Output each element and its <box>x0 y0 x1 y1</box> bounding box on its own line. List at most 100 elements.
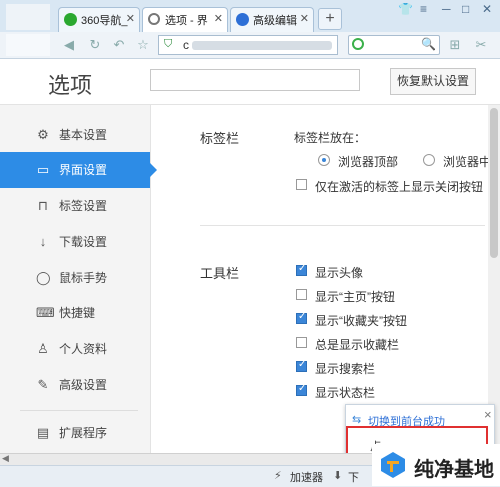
blurred-region <box>6 34 50 56</box>
checkbox-show-favorites[interactable] <box>296 311 307 324</box>
sidebar-item-tabs[interactable]: ⊓ 标签设置 <box>0 188 150 224</box>
page-title: 选项 <box>48 73 93 98</box>
menu-icon[interactable]: ≡ <box>420 2 427 16</box>
sidebar-item-label: 鼠标手势 <box>59 271 108 285</box>
download-label[interactable]: 下 <box>348 469 359 485</box>
radio-browser-middle-label[interactable]: 浏览器中 <box>443 153 491 170</box>
360-logo-icon <box>64 13 77 26</box>
tabbar-position-label: 标签栏放在： <box>294 131 367 145</box>
sidebar-item-label: 快捷键 <box>59 306 96 320</box>
extension-icon: ▤ <box>36 425 50 440</box>
checkbox-show-search[interactable] <box>296 359 307 372</box>
maximize-icon[interactable]: □ <box>462 2 469 16</box>
search-engine-icon <box>352 38 364 50</box>
sidebar-item-label: 标签设置 <box>59 199 108 213</box>
new-tab-button[interactable]: + <box>318 8 342 30</box>
gear-icon: ⚙ <box>37 127 49 142</box>
tab-icon: ⊓ <box>37 198 49 213</box>
keyboard-icon: ⌨ <box>36 305 55 320</box>
address-input[interactable]: ⛉ c <box>158 35 338 55</box>
checkbox-show-home[interactable] <box>296 289 307 300</box>
checkbox-show-home-label[interactable]: 显示“主页”按钮 <box>315 288 395 305</box>
sidebar-item-profile[interactable]: ♙ 个人资料 <box>0 331 150 367</box>
scroll-left-icon[interactable]: ◀ <box>2 453 9 464</box>
sidebar-item-label: 高级设置 <box>59 378 108 392</box>
browser-tab-bar: 360导航_ ✕ 选项 - 界 ✕ 高级编辑 ✕ + 👕 ≡ ─ □ ✕ <box>0 0 500 33</box>
tab-360-nav[interactable]: 360导航_ ✕ <box>58 7 140 32</box>
section-title-toolbar: 工具栏 <box>200 266 240 281</box>
sidebar-item-interface[interactable]: ▭ 界面设置 <box>0 152 157 188</box>
apps-icon[interactable]: ⊞ <box>446 36 464 54</box>
paw-icon <box>236 13 249 26</box>
reset-defaults-button[interactable]: 恢复默认设置 <box>390 68 476 95</box>
tools-icon[interactable]: ✂ <box>472 36 490 54</box>
checkbox-show-favorites-label[interactable]: 显示“收藏夹”按钮 <box>315 312 407 329</box>
person-icon: ♙ <box>37 341 49 356</box>
sidebar-item-mouse-gesture[interactable]: ◯ 鼠标手势 <box>0 260 150 296</box>
star-icon[interactable]: ☆ <box>134 36 152 54</box>
checkbox-show-avatar-label[interactable]: 显示头像 <box>315 264 363 281</box>
radio-browser-top-label[interactable]: 浏览器顶部 <box>338 153 398 170</box>
sidebar-item-advanced[interactable]: ✎ 高级设置 <box>0 367 150 403</box>
window-icon: ▭ <box>36 162 50 177</box>
watermark: 纯净基地 <box>372 444 500 486</box>
sidebar-item-label: 下载设置 <box>59 235 108 249</box>
checkbox-always-show-bookmarks-label[interactable]: 总是显示收藏栏 <box>315 336 399 353</box>
sidebar-item-label: 个人资料 <box>59 342 108 356</box>
close-window-icon[interactable]: ✕ <box>482 2 492 16</box>
checkbox-close-on-active[interactable] <box>296 179 307 190</box>
close-icon[interactable]: ✕ <box>126 12 135 25</box>
checkbox-show-search-label[interactable]: 显示搜索栏 <box>315 360 375 377</box>
undo-icon[interactable]: ↶ <box>110 36 128 54</box>
mouse-icon: ◯ <box>36 270 51 285</box>
search-input[interactable]: 🔍 <box>348 35 440 55</box>
sidebar-item-extensions[interactable]: ▤ 扩展程序 <box>0 415 150 451</box>
tab-label: 360导航_ <box>81 15 128 27</box>
sidebar-item-label: 界面设置 <box>59 163 108 177</box>
checkbox-show-status[interactable] <box>296 383 307 396</box>
wrench-icon: ✎ <box>37 377 49 392</box>
tab-advanced-edit[interactable]: 高级编辑 ✕ <box>230 7 314 32</box>
sidebar-item-download[interactable]: ↓ 下载设置 <box>0 224 150 260</box>
watermark-logo-icon <box>381 452 405 478</box>
sidebar-item-label: 基本设置 <box>59 128 108 142</box>
radio-browser-middle[interactable] <box>423 154 435 166</box>
options-search-input[interactable] <box>150 69 360 91</box>
watermark-text: 纯净基地 <box>414 459 494 481</box>
sidebar: ⚙ 基本设置 ▭ 界面设置 ⊓ 标签设置 ↓ 下载设置 ◯ 鼠标手势 ⌨ 快捷键… <box>0 105 157 453</box>
section-divider <box>200 225 485 226</box>
minimize-icon[interactable]: ─ <box>442 2 451 16</box>
gear-icon <box>148 13 160 25</box>
tab-label: 高级编辑 <box>253 15 297 27</box>
checkbox-close-on-active-label[interactable]: 仅在激活的标签上显示关闭按钮 <box>315 178 483 195</box>
close-icon[interactable]: × <box>484 407 492 422</box>
checkbox-show-avatar[interactable] <box>296 263 307 276</box>
download-icon[interactable]: ⬇ <box>333 469 342 482</box>
browser-toolbar: ◀ ↻ ↶ ☆ ⛉ c 🔍 ⊞ ✂ <box>0 32 500 59</box>
close-icon[interactable]: ✕ <box>214 12 223 25</box>
address-text: c <box>183 38 189 52</box>
blurred-region <box>6 4 50 30</box>
sidebar-item-label: 扩展程序 <box>59 426 108 440</box>
close-icon[interactable]: ✕ <box>300 12 309 25</box>
sidebar-item-basic[interactable]: ⚙ 基本设置 <box>0 117 150 153</box>
shield-icon: ⛉ <box>164 38 173 50</box>
switch-icon: ⇆ <box>352 414 362 426</box>
search-icon[interactable]: 🔍 <box>421 37 436 51</box>
sidebar-divider <box>20 410 138 411</box>
blurred-address <box>192 41 332 50</box>
tab-label: 选项 - 界 <box>165 15 208 27</box>
sidebar-item-shortcuts[interactable]: ⌨ 快捷键 <box>0 295 150 331</box>
section-title-tabbar: 标签栏 <box>200 131 240 146</box>
tab-options[interactable]: 选项 - 界 ✕ <box>142 7 228 32</box>
radio-browser-top[interactable] <box>318 154 330 166</box>
accelerator-label[interactable]: 加速器 <box>290 469 323 485</box>
checkbox-show-status-label[interactable]: 显示状态栏 <box>315 384 375 401</box>
checkbox-always-show-bookmarks[interactable] <box>296 337 307 348</box>
refresh-icon[interactable]: ↻ <box>86 36 104 54</box>
back-icon[interactable]: ◀ <box>60 36 78 54</box>
download-icon: ↓ <box>39 234 47 249</box>
accelerator-icon[interactable]: ⚡ <box>274 469 282 482</box>
scrollbar-thumb[interactable] <box>490 108 498 258</box>
skin-icon[interactable]: 👕 <box>398 2 413 16</box>
